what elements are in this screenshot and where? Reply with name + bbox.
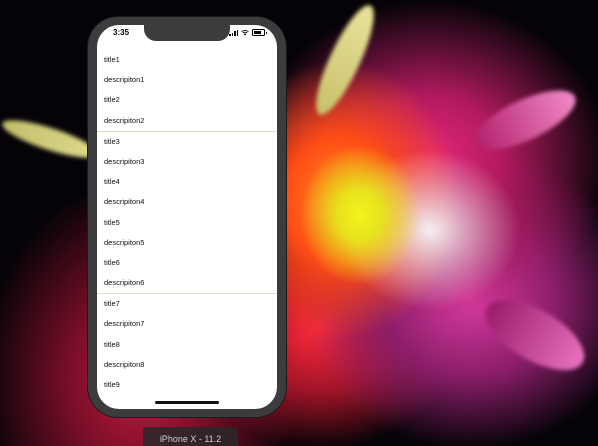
wifi-icon	[241, 29, 249, 35]
battery-icon	[252, 29, 267, 36]
wallpaper-streak	[466, 78, 584, 162]
table-row[interactable]: descripiton4	[97, 192, 277, 212]
table-row[interactable]: descripiton2	[97, 111, 277, 131]
table-row[interactable]: title9	[97, 375, 277, 395]
simulator-device-frame: 3:35 title1 descripiton1 title2 descripiton…	[88, 17, 286, 417]
wallpaper-streak	[474, 285, 596, 385]
table-row[interactable]: descripiton8	[97, 355, 277, 375]
table-row[interactable]: descripiton5	[97, 233, 277, 253]
device-notch	[144, 25, 230, 41]
table-row[interactable]: title7	[97, 294, 277, 314]
table-row[interactable]: title4	[97, 172, 277, 192]
table-row[interactable]: title6	[97, 253, 277, 273]
simulator-device-label: iPhone X - 11.2	[143, 427, 238, 446]
table-row[interactable]: descripiton7	[97, 314, 277, 334]
table-row[interactable]: descripiton6	[97, 273, 277, 293]
table-row[interactable]: title3	[97, 132, 277, 152]
desktop-wallpaper: 3:35 title1 descripiton1 title2 descripiton…	[0, 0, 598, 446]
wallpaper-streak	[306, 0, 384, 121]
home-indicator[interactable]	[155, 401, 219, 404]
status-bar-time: 3:35	[113, 28, 130, 37]
table-row[interactable]: title2	[97, 90, 277, 110]
signal-icon	[229, 29, 238, 36]
table-row[interactable]: descripiton3	[97, 152, 277, 172]
wallpaper-streak	[0, 113, 101, 165]
table-row[interactable]: descripiton1	[97, 70, 277, 90]
status-bar-icons	[229, 29, 267, 36]
table-row[interactable]: title8	[97, 335, 277, 355]
device-screen[interactable]: 3:35 title1 descripiton1 title2 descripiton…	[97, 25, 277, 409]
table-row[interactable]: title5	[97, 213, 277, 233]
table-row[interactable]: title1	[97, 50, 277, 70]
table-view[interactable]: title1 descripiton1 title2 descripiton2 titl…	[97, 50, 277, 395]
